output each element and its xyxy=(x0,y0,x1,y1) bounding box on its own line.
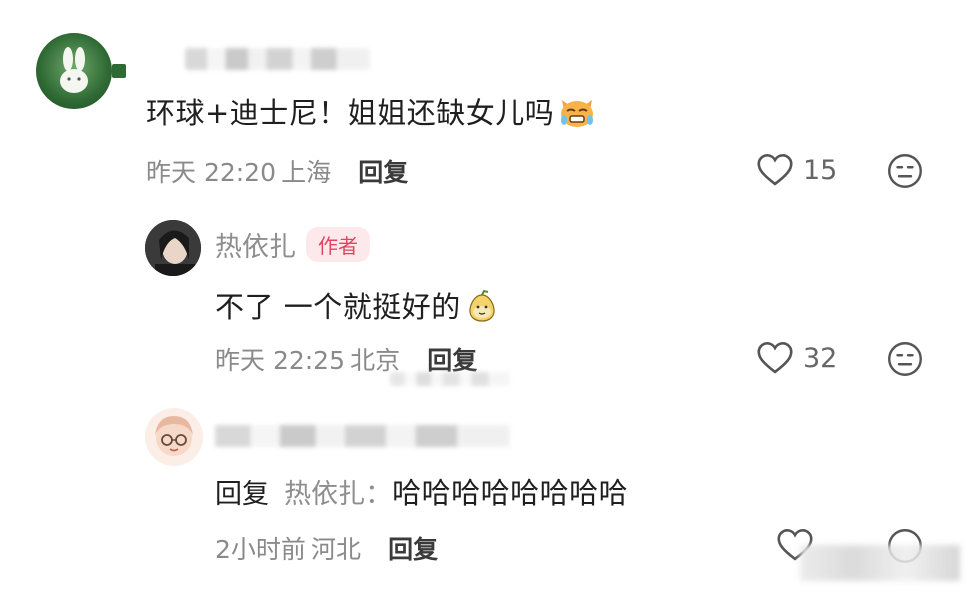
comment-meta: 2小时前 河北 回复 xyxy=(215,530,438,566)
username-redacted xyxy=(185,48,370,70)
comment-time: 2小时前 xyxy=(215,535,306,564)
comment-text: 环球+迪士尼！姐姐还缺女儿吗 xyxy=(146,90,596,135)
heart-icon xyxy=(757,342,793,374)
crying-cat-emoji xyxy=(558,96,596,135)
avatar[interactable] xyxy=(36,33,112,109)
reply-line: 回复 热依扎：哈哈哈哈哈哈哈哈 xyxy=(215,470,628,512)
watermark-overlay xyxy=(800,545,960,581)
cartoon-girl-icon xyxy=(155,416,193,456)
dislike-button[interactable] xyxy=(887,153,923,193)
author-avatar[interactable] xyxy=(145,220,201,276)
portrait-icon xyxy=(145,220,201,276)
author-nickname[interactable]: 热依扎 xyxy=(215,225,296,264)
author-header: 热依扎 作者 xyxy=(215,225,370,264)
like-count: 32 xyxy=(803,342,838,374)
author-badge: 作者 xyxy=(306,227,370,262)
comment-time: 昨天 22:25 xyxy=(215,346,345,375)
username-redacted xyxy=(215,425,510,447)
comment-location: 河北 xyxy=(311,535,362,564)
comment-location: 上海 xyxy=(281,158,332,187)
comment-text: 哈哈哈哈哈哈哈哈 xyxy=(392,476,629,510)
comment-meta: 昨天 22:20 上海 回复 xyxy=(146,153,408,189)
bunny-icon xyxy=(60,47,88,93)
neutral-face-icon xyxy=(888,342,922,376)
reply-to-user[interactable]: 热依扎： xyxy=(284,479,392,510)
comment-location: 北京 xyxy=(350,346,401,375)
avatar[interactable] xyxy=(145,408,203,466)
avatar-badge xyxy=(112,64,126,78)
pear-face-emoji xyxy=(465,289,499,330)
like-button[interactable]: 32 xyxy=(756,338,837,378)
like-button[interactable]: 15 xyxy=(756,150,837,190)
heart-icon xyxy=(757,154,793,186)
reply-prefix: 回复 xyxy=(215,479,269,510)
neutral-face-icon xyxy=(888,154,922,188)
dislike-button[interactable] xyxy=(887,341,923,381)
comment-time: 昨天 22:20 xyxy=(146,158,276,187)
reply-button[interactable]: 回复 xyxy=(358,158,408,187)
redacted-overlay xyxy=(390,372,510,386)
reply-button[interactable]: 回复 xyxy=(388,535,438,564)
comment-text: 不了 一个就挺好的 xyxy=(215,284,499,330)
like-count: 15 xyxy=(803,154,838,186)
reply-button[interactable]: 回复 xyxy=(427,346,477,375)
